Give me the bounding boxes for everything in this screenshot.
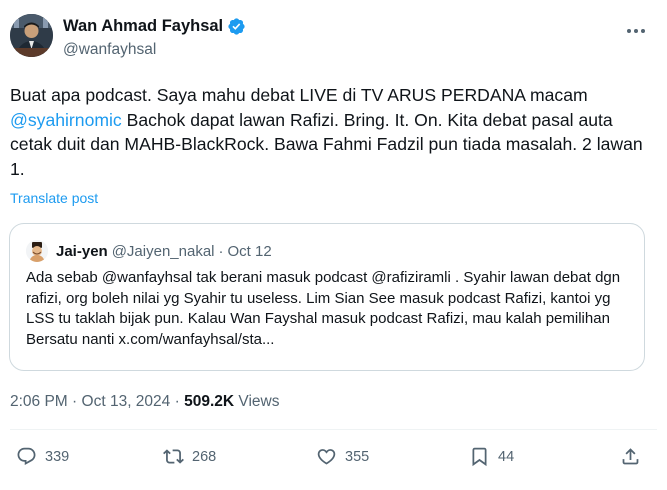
author-avatar[interactable] — [10, 14, 53, 57]
bookmark-count: 44 — [498, 448, 515, 465]
bookmark-button[interactable]: 44 — [469, 446, 514, 467]
share-icon — [622, 448, 639, 465]
quoted-date: Oct 12 — [227, 242, 272, 260]
reply-count: 339 — [45, 448, 70, 465]
post-date[interactable]: Oct 13, 2024 — [82, 393, 171, 410]
bookmark-icon — [472, 447, 487, 467]
separator-dot: · — [72, 393, 78, 410]
post-time[interactable]: 2:06 PM — [10, 393, 68, 410]
separator-dot: · — [174, 393, 180, 410]
separator-dot: · — [218, 242, 224, 260]
tweet-header: Wan Ahmad Fayhsal @wanfayhsal — [10, 14, 657, 66]
quoted-author-name: Jai-yen — [56, 242, 108, 260]
mention-link[interactable]: @syahirnomic — [10, 110, 122, 130]
more-dots-icon[interactable] — [623, 18, 649, 44]
quoted-author-avatar — [26, 240, 48, 262]
repost-count: 268 — [192, 448, 217, 465]
divider — [10, 429, 657, 430]
like-button[interactable]: 355 — [316, 446, 369, 467]
quoted-author-handle: @Jaiyen_nakal — [111, 242, 215, 260]
quoted-tweet-header: Jai-yen @Jaiyen_nakal · Oct 12 — [26, 240, 272, 262]
author-handle[interactable]: @wanfayhsal — [63, 41, 246, 59]
author-info: Wan Ahmad Fayhsal @wanfayhsal — [63, 17, 246, 59]
author-name[interactable]: Wan Ahmad Fayhsal — [63, 17, 223, 36]
share-button[interactable] — [620, 446, 641, 467]
repost-button[interactable]: 268 — [163, 446, 216, 467]
quoted-tweet-text: Ada sebab @wanfayhsal tak berani masuk p… — [26, 269, 621, 348]
action-bar: 339 268 355 44 — [0, 442, 667, 478]
tweet-text: Buat apa podcast. Saya mahu debat LIVE d… — [10, 83, 650, 181]
like-count: 355 — [345, 448, 370, 465]
views-label: Views — [238, 393, 280, 410]
views-count: 509.2K — [184, 393, 235, 410]
tweet-text-part: Buat apa podcast. Saya mahu debat LIVE d… — [10, 85, 588, 105]
reply-icon — [17, 447, 36, 465]
heart-icon — [317, 449, 336, 465]
translate-post-link[interactable]: Translate post — [10, 190, 98, 206]
repost-icon — [163, 449, 184, 464]
verified-badge-icon[interactable] — [227, 17, 246, 36]
reply-button[interactable]: 339 — [16, 446, 69, 467]
tweet-meta: 2:06 PM · Oct 13, 2024 · 509.2K Views — [10, 393, 279, 411]
quoted-tweet-card[interactable]: Jai-yen @Jaiyen_nakal · Oct 12 Ada sebab… — [9, 223, 645, 371]
